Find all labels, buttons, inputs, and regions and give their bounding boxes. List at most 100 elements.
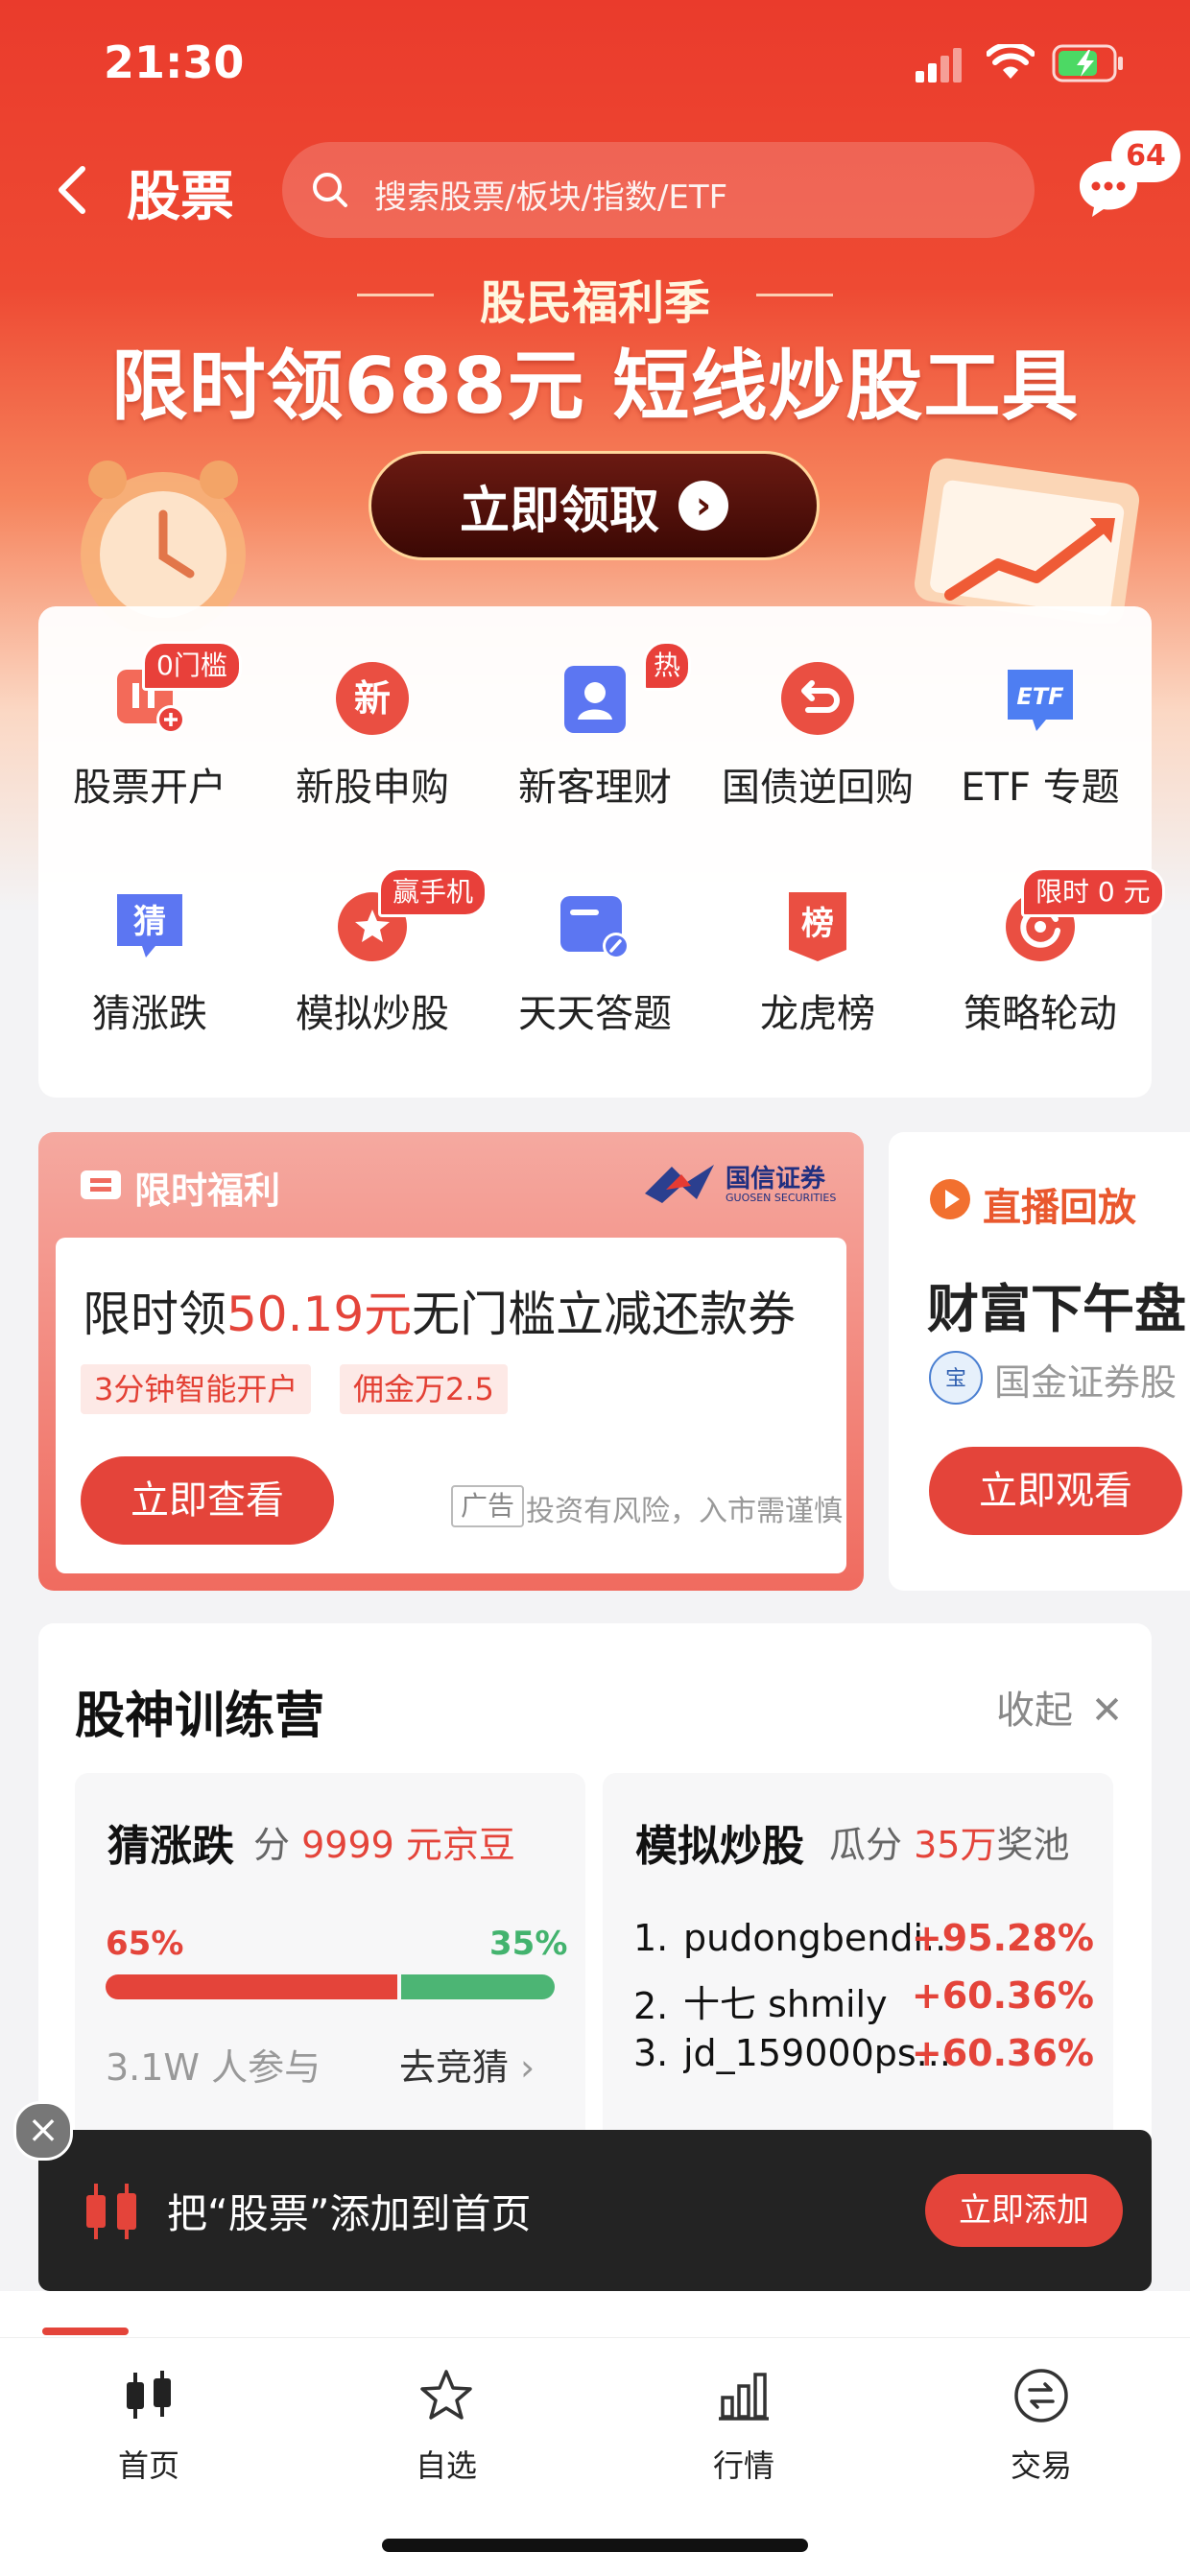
grid-item-simulated-trading[interactable]: 赢手机 模拟炒股 bbox=[261, 833, 488, 1059]
nav-label: 交易 bbox=[1010, 2447, 1072, 2484]
market-bar-chart-icon bbox=[719, 2373, 769, 2421]
grid-label: 模拟炒股 bbox=[296, 992, 449, 1036]
etf-icon-text: ETF bbox=[1016, 683, 1064, 710]
grid-item-strategy-rotation[interactable]: 限时 0 元 策略轮动 bbox=[929, 833, 1165, 1059]
tab-active-indicator bbox=[42, 2328, 129, 2335]
gift-ticket-icon bbox=[81, 1170, 121, 1199]
grid-label: 国债逆回购 bbox=[722, 766, 914, 810]
simulated-trading-card[interactable]: 模拟炒股 瓜分 35万奖池 1. pudongbendi... +95.28% 2.… bbox=[603, 1773, 1113, 2157]
toast-message: 把“股票”添加到首页 bbox=[167, 2190, 532, 2237]
nav-item-home[interactable]: 首页 bbox=[53, 2357, 245, 2501]
promo-tag: 限时福利 bbox=[134, 1170, 281, 1212]
trade-exchange-icon bbox=[1014, 2369, 1068, 2422]
live-replay-tag: 直播回放 bbox=[983, 1186, 1136, 1230]
grid-badge: 0门槛 bbox=[142, 641, 242, 691]
live-source: 国金证券股 bbox=[994, 1361, 1178, 1404]
down-percent: 35% bbox=[489, 1925, 568, 1963]
rank-row: 3. jd_159000ps... +60.36% bbox=[633, 2032, 1094, 2074]
nav-item-trade[interactable]: 交易 bbox=[945, 2357, 1137, 2501]
star-icon bbox=[420, 2370, 472, 2420]
banner-divider-right bbox=[756, 294, 833, 296]
grid-item-dragon-tiger-list[interactable]: 榜 龙虎榜 bbox=[706, 833, 929, 1059]
status-bar: 21:30 bbox=[0, 0, 1190, 134]
signal-icon bbox=[916, 48, 962, 83]
broker-name: 国信证券 bbox=[726, 1165, 826, 1193]
nav-label: 行情 bbox=[712, 2447, 774, 2484]
content-tabs bbox=[0, 2291, 1190, 2337]
page-title: 股票 bbox=[127, 166, 234, 228]
search-bar[interactable]: 搜索股票/板块/指数/ETF bbox=[282, 142, 1035, 238]
rising-chart-illustration bbox=[914, 458, 1140, 624]
grid-item-daily-quiz[interactable]: 天天答题 bbox=[484, 833, 706, 1059]
grid-item-new-stock[interactable]: 新 新股申购 bbox=[261, 606, 484, 833]
status-time: 21:30 bbox=[104, 36, 245, 88]
bond-repo-icon bbox=[781, 662, 854, 735]
new-client-finance-icon bbox=[564, 666, 626, 733]
claim-button-label: 立即领取 bbox=[459, 482, 659, 540]
message-count-badge: 64 bbox=[1111, 130, 1180, 182]
live-title: 财富下午盘 bbox=[927, 1279, 1186, 1339]
promo-card-live-replay[interactable]: 直播回放 13 财富下午盘 宝 国金证券股 立即观看 bbox=[889, 1132, 1190, 1591]
promo-body: 限时领50.19元无门槛立减还款券 3分钟智能开户 佣金万2.5 立即查看 广告… bbox=[56, 1238, 846, 1573]
grid-item-guess[interactable]: 猜 猜涨跌 bbox=[38, 833, 261, 1059]
candlestick-icon bbox=[86, 2184, 136, 2239]
home-candlestick-icon bbox=[127, 2371, 171, 2419]
promo-chip: 3分钟智能开户 bbox=[81, 1364, 312, 1414]
grid-item-bond-repo[interactable]: 国债逆回购 bbox=[706, 606, 929, 833]
quiz-icon bbox=[560, 896, 630, 959]
banner-subtitle: 股民福利季 bbox=[479, 276, 710, 330]
grid-label: 策略轮动 bbox=[964, 992, 1117, 1036]
watch-now-button[interactable]: 立即观看 bbox=[929, 1447, 1182, 1535]
grid-item-stock-account[interactable]: 0门槛 股票开户 bbox=[38, 606, 261, 833]
new-stock-icon-text: 新 bbox=[354, 677, 391, 720]
nav-item-watchlist[interactable]: 自选 bbox=[350, 2357, 542, 2501]
collapse-button[interactable]: 收起 ✕ bbox=[996, 1679, 1123, 1735]
rank-row: 1. pudongbendi... +95.28% bbox=[633, 1917, 1094, 1959]
grid-badge: 赢手机 bbox=[378, 867, 488, 917]
promo-card-welfare[interactable]: 限时福利 国信证券 GUOSEN SECURITIES 限时领50.19元无门槛… bbox=[38, 1132, 864, 1591]
collapse-label: 收起 bbox=[996, 1689, 1073, 1733]
play-circle-icon bbox=[930, 1179, 970, 1219]
go-guess-link[interactable]: 去竞猜 › bbox=[399, 2038, 535, 2091]
grid-label: 猜涨跌 bbox=[92, 992, 207, 1036]
guess-desc: 分 9999 元京豆 bbox=[253, 1824, 515, 1866]
ad-label: 广告 bbox=[451, 1485, 525, 1527]
back-arrow-icon[interactable] bbox=[46, 161, 104, 219]
grid-label: 新股申购 bbox=[296, 766, 449, 810]
grid-label: ETF 专题 bbox=[961, 766, 1120, 810]
sim-desc: 瓜分 35万奖池 bbox=[829, 1824, 1070, 1866]
dragon-tiger-list-icon: 榜 bbox=[789, 892, 846, 961]
grid-label: 股票开户 bbox=[73, 766, 226, 810]
search-icon bbox=[313, 173, 347, 207]
claim-now-button[interactable]: 立即领取 › bbox=[369, 451, 820, 560]
grid-label: 新客理财 bbox=[518, 766, 672, 810]
home-indicator bbox=[382, 2539, 808, 2552]
view-now-button[interactable]: 立即查看 bbox=[81, 1456, 334, 1545]
promo-chip: 佣金万2.5 bbox=[340, 1364, 508, 1414]
promo-amount: 50.19元 bbox=[226, 1287, 413, 1342]
toast-close-icon[interactable]: × bbox=[13, 2101, 73, 2161]
etf-icon: ETF bbox=[1008, 670, 1073, 731]
nav-item-market[interactable]: 行情 bbox=[648, 2357, 840, 2501]
grid-item-new-client-finance[interactable]: 热 新客理财 bbox=[484, 606, 706, 833]
broker-logo bbox=[645, 1165, 714, 1203]
add-now-button[interactable]: 立即添加 bbox=[925, 2174, 1123, 2247]
close-icon: ✕ bbox=[1090, 1689, 1124, 1733]
battery-charging-icon bbox=[1052, 44, 1123, 83]
feature-grid: 0门槛 股票开户 新 新股申购 热 新客理财 国债逆回购 ETF ETF 专题 bbox=[38, 606, 1165, 1098]
grid-badge: 限时 0 元 bbox=[1021, 867, 1165, 917]
grid-item-etf[interactable]: ETF ETF 专题 bbox=[929, 606, 1152, 833]
risk-disclaimer: 投资有风险，入市需谨慎 bbox=[526, 1495, 843, 1528]
guess-title: 猜涨跌 bbox=[107, 1822, 234, 1871]
guess-card[interactable]: 猜涨跌 分 9999 元京豆 65% 35% 3.1W 人参与 去竞猜 › bbox=[75, 1773, 585, 2157]
nav-label: 首页 bbox=[117, 2447, 179, 2484]
grid-badge: 热 bbox=[643, 641, 692, 691]
chevron-right-icon: › bbox=[520, 2046, 536, 2089]
banner-headline: 限时领688元 短线炒股工具 bbox=[110, 342, 1080, 431]
chevron-right-icon: › bbox=[678, 481, 728, 531]
banner-divider-left bbox=[357, 294, 434, 296]
section-title: 股神训练营 bbox=[75, 1688, 325, 1745]
up-ratio-bar bbox=[106, 1974, 397, 1999]
add-to-home-toast: 把“股票”添加到首页 立即添加 bbox=[38, 2130, 1152, 2291]
rank-row: 2. 十七 shmily +60.36% bbox=[633, 1974, 1094, 2027]
